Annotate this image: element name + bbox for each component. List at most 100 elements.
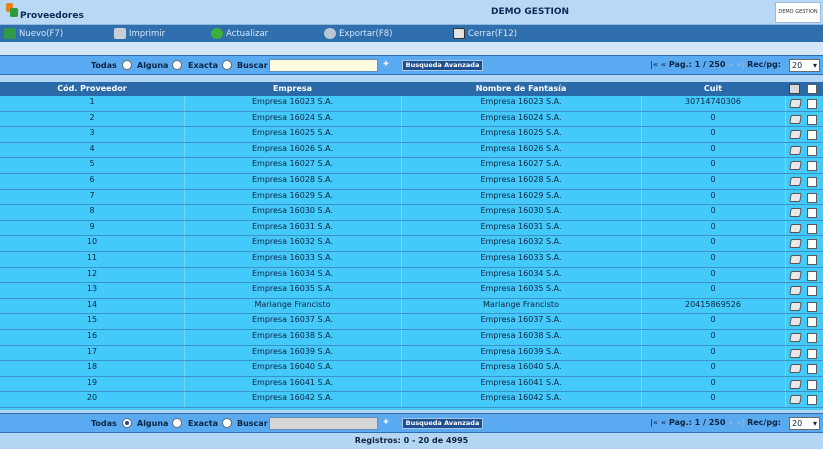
row-checkbox[interactable] (807, 348, 817, 359)
edit-icon[interactable] (789, 348, 802, 358)
edit-icon[interactable] (789, 161, 802, 171)
radio-exacta[interactable] (222, 60, 232, 70)
records-per-page-select[interactable]: 20 (789, 417, 820, 430)
first-page-button[interactable]: |« (650, 60, 658, 69)
edit-icon[interactable] (789, 114, 802, 124)
row-checkbox[interactable] (807, 192, 817, 203)
close-button[interactable]: Cerrar(F12) (453, 27, 517, 40)
table-row[interactable]: 16 Empresa 16038 S.A. Empresa 16038 S.A. 0 (0, 330, 823, 346)
table-row[interactable]: 8 Empresa 16030 S.A. Empresa 16030 S.A. 0 (0, 205, 823, 221)
first-page-button[interactable]: |« (650, 418, 658, 427)
row-checkbox[interactable] (807, 177, 817, 187)
row-checkbox[interactable] (807, 208, 817, 219)
edit-icon[interactable] (789, 99, 802, 108)
table-row[interactable]: 7 Empresa 16029 S.A. Empresa 16029 S.A. 0 (0, 189, 823, 206)
prev-page-button[interactable]: « (661, 418, 666, 427)
edit-icon[interactable] (789, 286, 802, 296)
advanced-search-button[interactable]: Busqueda Avanzada (402, 60, 483, 71)
column-header-fantasia[interactable]: Nombre de Fantasía (401, 84, 641, 93)
row-checkbox[interactable] (807, 239, 817, 250)
table-row[interactable]: 14 Mariange Francisto Mariange Francisto 20… (0, 298, 823, 315)
next-page-button[interactable]: » (728, 418, 733, 427)
search-input[interactable] (269, 417, 378, 430)
column-header-codigo[interactable]: Cód. Proveedor (0, 84, 184, 93)
radio-exacta[interactable] (222, 418, 232, 428)
edit-icon[interactable] (789, 333, 802, 342)
row-checkbox[interactable] (807, 99, 817, 109)
option-todas-label: Todas (91, 61, 117, 70)
edit-icon[interactable] (789, 364, 802, 374)
export-button[interactable]: Exportar(F8) (324, 27, 392, 40)
magic-wand-icon[interactable]: ✦ (380, 59, 392, 71)
row-checkbox[interactable] (807, 130, 817, 141)
cell-cuit: 0 (710, 393, 716, 403)
row-checkbox[interactable] (807, 145, 817, 156)
radio-todas[interactable] (122, 60, 132, 70)
next-page-button[interactable]: » (728, 60, 733, 69)
cell-fantasia: Empresa 16030 S.A. (480, 206, 562, 216)
print-button[interactable]: Imprimir (114, 27, 165, 40)
cell-empresa: Empresa 16040 S.A. (251, 362, 334, 372)
row-checkbox[interactable] (807, 161, 817, 172)
edit-icon[interactable] (789, 317, 802, 327)
column-separator (785, 236, 786, 251)
table-row[interactable]: 2 Empresa 16024 S.A. Empresa 16024 S.A. 0 (0, 111, 823, 128)
edit-icon[interactable] (789, 192, 802, 202)
cell-cuit: 0 (710, 221, 716, 231)
edit-icon[interactable] (789, 255, 802, 264)
table-row[interactable]: 5 Empresa 16027 S.A. Empresa 16027 S.A. 0 (0, 158, 823, 174)
edit-icon[interactable] (789, 239, 802, 249)
table-row[interactable]: 9 Empresa 16031 S.A. Empresa 16031 S.A. 0 (0, 220, 823, 237)
table-row[interactable]: 18 Empresa 16040 S.A. Empresa 16040 S.A. 0 (0, 361, 823, 377)
magic-wand-icon[interactable]: ✦ (380, 417, 392, 429)
row-checkbox[interactable] (807, 333, 817, 343)
row-checkbox[interactable] (807, 255, 817, 265)
advanced-search-button[interactable]: Busqueda Avanzada (402, 418, 483, 429)
edit-icon[interactable] (789, 145, 802, 155)
table-row[interactable]: 19 Empresa 16041 S.A. Empresa 16041 S.A. 0 (0, 376, 823, 393)
edit-icon[interactable] (789, 130, 802, 140)
edit-icon[interactable] (789, 379, 802, 389)
table-row[interactable]: 20 Empresa 16042 S.A. Empresa 16042 S.A. 0 (0, 392, 823, 408)
table-row[interactable]: 1 Empresa 16023 S.A. Empresa 16023 S.A. 307… (0, 96, 823, 112)
edit-icon[interactable] (789, 177, 802, 186)
table-row[interactable]: 12 Empresa 16034 S.A. Empresa 16034 S.A. 0 (0, 267, 823, 284)
row-checkbox[interactable] (807, 286, 817, 297)
radio-alguna[interactable] (172, 418, 182, 428)
table-row[interactable]: 10 Empresa 16032 S.A. Empresa 16032 S.A. 0 (0, 236, 823, 252)
records-per-page-select[interactable]: 20 (789, 59, 820, 72)
edit-icon[interactable] (789, 208, 802, 218)
edit-icon[interactable] (789, 270, 802, 280)
column-header-empresa[interactable]: Empresa (184, 84, 401, 93)
row-checkbox[interactable] (807, 223, 817, 234)
row-checkbox[interactable] (807, 270, 817, 281)
search-input[interactable] (269, 59, 378, 72)
row-checkbox[interactable] (807, 364, 817, 375)
search-bar-bottom: Todas Alguna Exacta Buscar ✦ Busqueda Av… (0, 413, 823, 433)
table-row[interactable]: 15 Empresa 16037 S.A. Empresa 16037 S.A. 0 (0, 314, 823, 330)
edit-icon[interactable] (789, 395, 802, 405)
table-row[interactable]: 17 Empresa 16039 S.A. Empresa 16039 S.A. 0 (0, 345, 823, 362)
row-checkbox[interactable] (807, 317, 817, 328)
radio-alguna[interactable] (172, 60, 182, 70)
table-row[interactable]: 4 Empresa 16026 S.A. Empresa 16026 S.A. 0 (0, 142, 823, 159)
last-page-button[interactable]: »| (736, 418, 744, 427)
table-row[interactable]: 13 Empresa 16035 S.A. Empresa 16035 S.A. 0 (0, 283, 823, 299)
edit-icon[interactable] (789, 301, 802, 311)
radio-todas[interactable] (122, 418, 132, 428)
row-checkbox[interactable] (807, 301, 817, 312)
edit-icon[interactable] (789, 223, 802, 233)
table-row[interactable]: 6 Empresa 16028 S.A. Empresa 16028 S.A. 0 (0, 174, 823, 190)
select-all-checkbox[interactable] (807, 84, 817, 94)
row-checkbox[interactable] (807, 114, 817, 125)
last-page-button[interactable]: »| (736, 60, 744, 69)
table-row[interactable]: 3 Empresa 16025 S.A. Empresa 16025 S.A. 0 (0, 127, 823, 143)
column-header-cuit[interactable]: Cuit (641, 84, 785, 93)
printer-icon[interactable] (789, 84, 800, 94)
refresh-button[interactable]: Actualizar (211, 27, 268, 40)
row-checkbox[interactable] (807, 395, 817, 406)
row-checkbox[interactable] (807, 379, 817, 390)
new-button[interactable]: Nuevo(F7) (4, 27, 63, 40)
table-row[interactable]: 11 Empresa 16033 S.A. Empresa 16033 S.A. 0 (0, 252, 823, 268)
prev-page-button[interactable]: « (661, 60, 666, 69)
